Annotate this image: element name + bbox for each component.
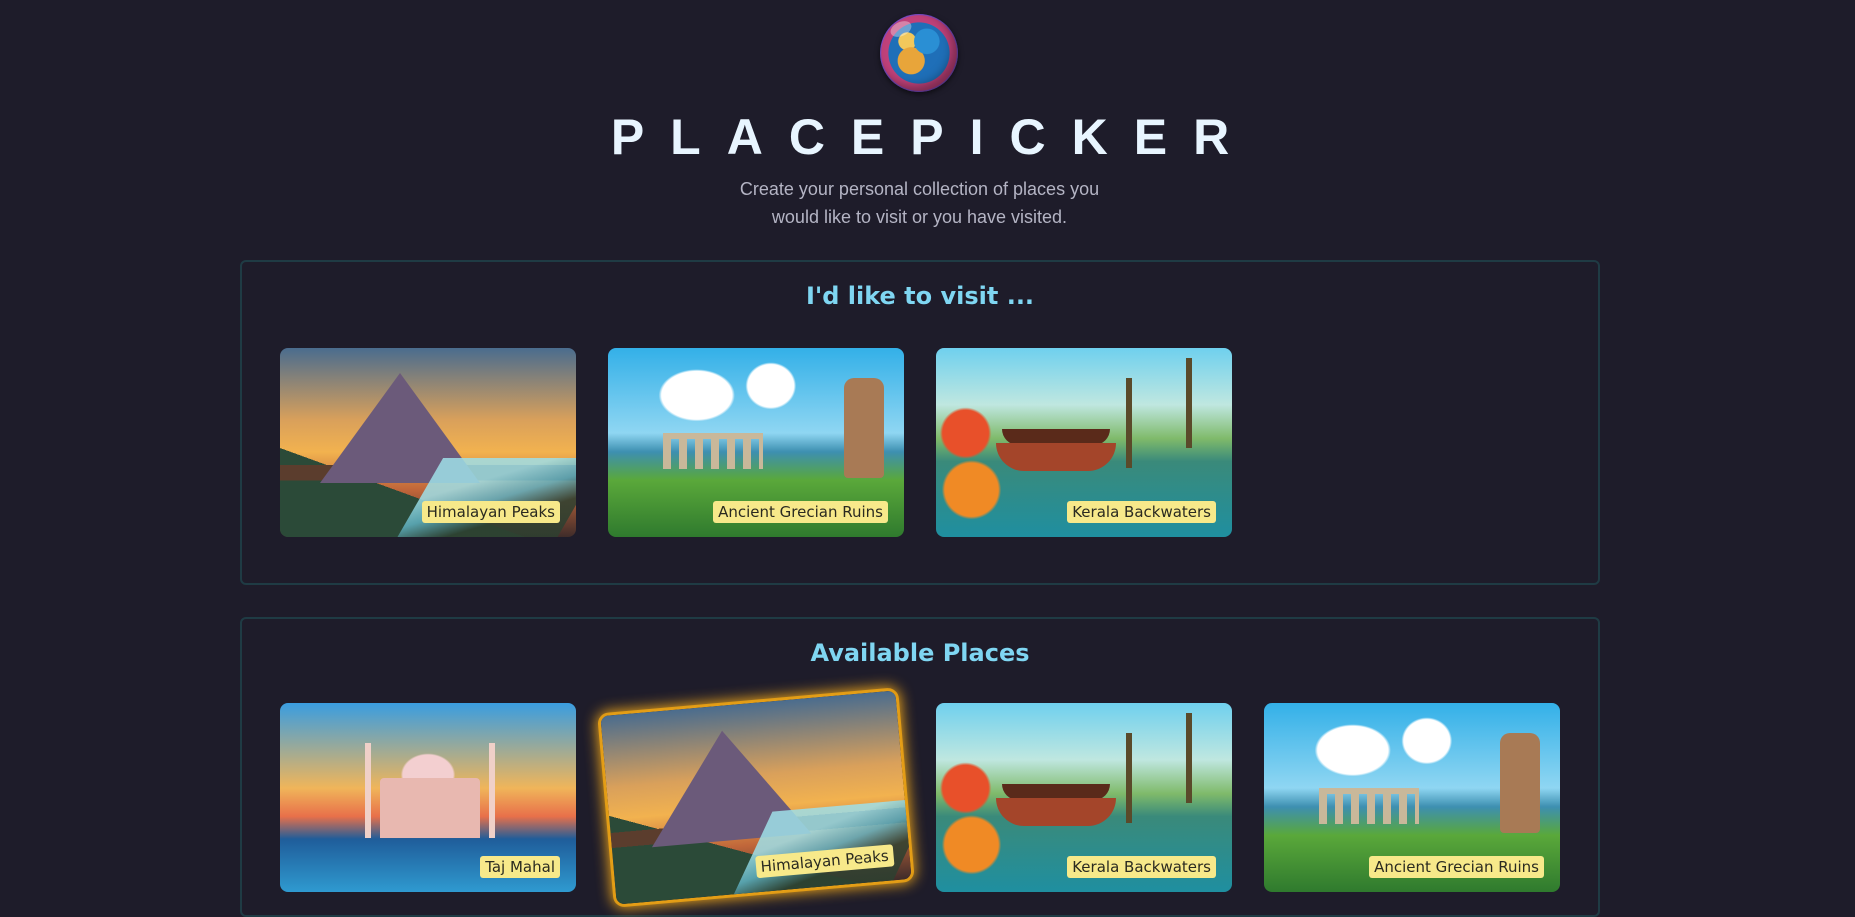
place-card-himalayan-peaks[interactable]: Himalayan Peaks	[600, 690, 912, 905]
place-title: Kerala Backwaters	[1067, 856, 1216, 878]
place-card-kerala-backwaters[interactable]: Kerala Backwaters	[936, 703, 1232, 892]
available-section: Available Places Taj Mahal Himalayan Pea…	[240, 617, 1600, 917]
app-subtitle: Create your personal collection of place…	[739, 179, 1100, 227]
place-title: Ancient Grecian Ruins	[713, 501, 888, 523]
place-card-taj-mahal[interactable]: Taj Mahal	[280, 703, 576, 892]
place-card-ancient-grecian-ruins[interactable]: Ancient Grecian Ruins	[1264, 703, 1560, 892]
place-card-himalayan-peaks[interactable]: Himalayan Peaks	[280, 348, 576, 537]
app-title: PLACEPICKER	[610, 109, 1256, 165]
place-title: Taj Mahal	[480, 856, 560, 878]
place-title: Ancient Grecian Ruins	[1369, 856, 1544, 878]
available-section-heading: Available Places	[810, 639, 1030, 667]
visit-section-heading: I'd like to visit ...	[805, 282, 1035, 310]
place-card-kerala-backwaters[interactable]: Kerala Backwaters	[936, 348, 1232, 537]
globe-logo-icon	[880, 14, 958, 92]
place-title: Kerala Backwaters	[1067, 501, 1216, 523]
place-title: Himalayan Peaks	[421, 501, 560, 523]
place-card-ancient-grecian-ruins[interactable]: Ancient Grecian Ruins	[608, 348, 904, 537]
visit-section: I'd like to visit ... Himalayan Peaks An…	[240, 260, 1600, 585]
